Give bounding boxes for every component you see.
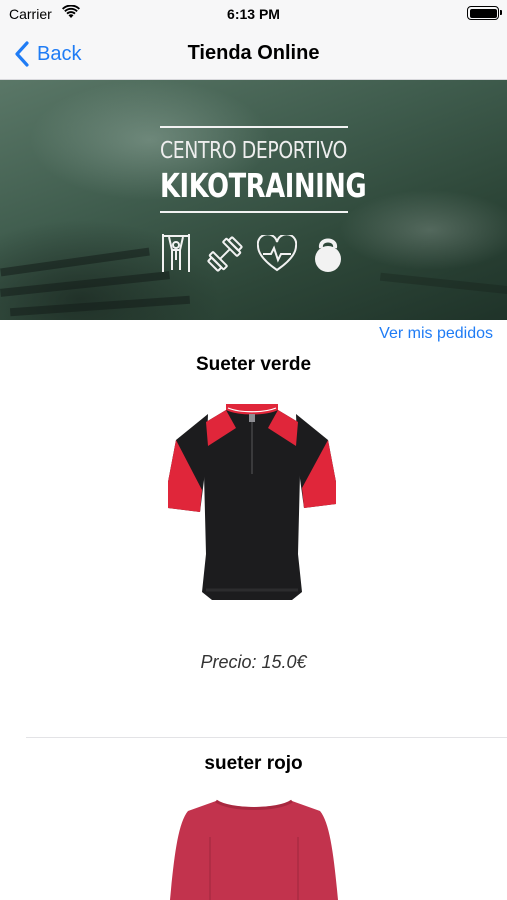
- heartbeat-icon: [257, 235, 297, 272]
- logo-brand: KIKOTRAINING: [160, 166, 367, 205]
- navigation-bar: Back Tienda Online: [0, 30, 507, 80]
- product-title: sueter rojo: [204, 753, 303, 774]
- product-title: Sueter verde: [195, 354, 312, 375]
- logo-subtitle: CENTRO DEPORTIVO: [160, 138, 347, 164]
- product-divider: [26, 737, 507, 738]
- clock: 6:13 PM: [227, 6, 280, 22]
- store-banner: CENTRO DEPORTIVO KIKOTRAINING: [0, 80, 507, 320]
- product-price: Precio: 15.0€: [200, 652, 307, 672]
- product-image: [170, 799, 338, 900]
- battery-icon: [467, 6, 502, 20]
- product-card[interactable]: Sueter verde: [0, 354, 507, 376]
- product-image: [168, 404, 336, 600]
- pullup-icon: [162, 234, 190, 272]
- logo-icons: [160, 232, 348, 282]
- kettlebell-icon: [315, 238, 341, 272]
- brand-logo: CENTRO DEPORTIVO KIKOTRAINING: [160, 126, 367, 213]
- status-bar: Carrier 6:13 PM: [0, 0, 507, 30]
- dumbbell-icon: [207, 236, 243, 272]
- page-title: Tienda Online: [187, 42, 320, 64]
- view-orders-link[interactable]: Ver mis pedidos: [379, 325, 493, 343]
- product-card[interactable]: sueter rojo: [0, 753, 507, 775]
